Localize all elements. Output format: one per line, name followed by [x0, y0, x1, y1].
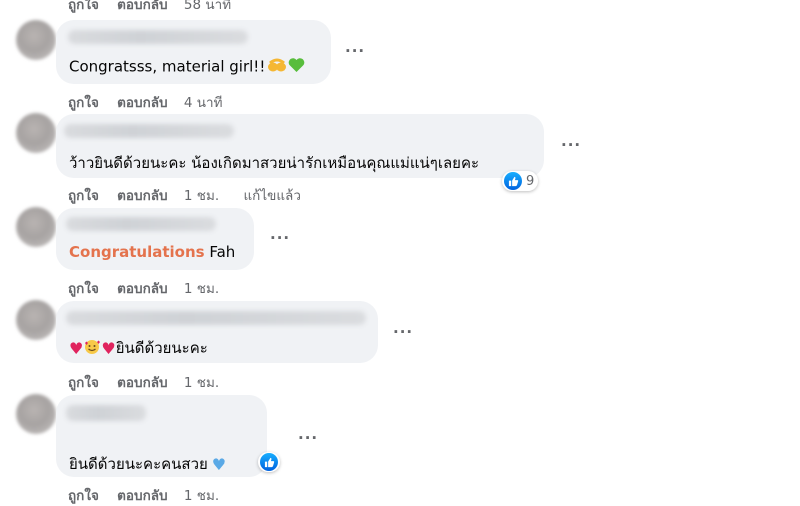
red-heart-emoji: ♥ [69, 339, 84, 358]
like-link[interactable]: ถูกใจ [68, 188, 99, 204]
comment-actions: ถูกใจ ตอบกลับ 1 ชม. [68, 484, 219, 506]
like-link[interactable]: ถูกใจ [68, 488, 99, 504]
comment-actions: ถูกใจ ตอบกลับ 1 ชม. [68, 277, 219, 299]
comment-time[interactable]: 1 ชม. [184, 188, 219, 204]
comment-actions: ถูกใจ ตอบกลับ 4 นาที [68, 91, 223, 113]
edited-label[interactable]: แก้ไขแล้ว [243, 188, 300, 204]
avatar[interactable] [16, 207, 56, 247]
smiling-face-with-hearts-emoji [83, 339, 101, 359]
avatar[interactable] [16, 113, 56, 153]
avatar[interactable] [16, 20, 56, 60]
more-options-button[interactable]: ··· [270, 229, 290, 247]
blue-heart-emoji: ♥ [211, 455, 227, 474]
comment-time[interactable]: 1 ชม. [184, 375, 219, 391]
comment-actions: ถูกใจ ตอบกลับ 58 นาที [68, 0, 231, 15]
reply-link[interactable]: ตอบกลับ [117, 281, 167, 297]
reply-link[interactable]: ตอบกลับ [117, 188, 167, 204]
reply-link[interactable]: ตอบกลับ [117, 95, 167, 111]
more-options-button[interactable]: ··· [345, 42, 365, 60]
hugging-hands-emoji [267, 57, 287, 77]
reply-link[interactable]: ตอบกลับ [117, 375, 167, 391]
reply-link[interactable]: ตอบกลับ [117, 488, 167, 504]
like-link[interactable]: ถูกใจ [68, 0, 99, 13]
commenter-name[interactable] [66, 311, 366, 325]
comment-time[interactable]: 1 ชม. [184, 488, 219, 504]
commenter-name[interactable] [64, 124, 234, 138]
comment-actions: ถูกใจ ตอบกลับ 1 ชม. [68, 371, 219, 393]
like-link[interactable]: ถูกใจ [68, 281, 99, 297]
commenter-name[interactable] [66, 217, 216, 231]
reaction-summary[interactable]: 9 [502, 171, 539, 191]
comment-time[interactable]: 1 ชม. [184, 281, 219, 297]
comment-actions: ถูกใจ ตอบกลับ 1 ชม. แก้ไขแล้ว [68, 184, 301, 206]
reaction-count: 9 [526, 173, 535, 189]
comment-time[interactable]: 58 นาที [184, 0, 231, 13]
like-link[interactable]: ถูกใจ [68, 95, 99, 111]
like-link[interactable]: ถูกใจ [68, 375, 99, 391]
green-heart-emoji [288, 57, 305, 77]
like-reaction-icon [260, 453, 278, 471]
comment-text: ♥ ♥ยินดีด้วยนะคะ [69, 339, 208, 359]
comment-time[interactable]: 4 นาที [184, 95, 223, 111]
comment-text: Congratulations Fah [69, 243, 236, 261]
commenter-name[interactable] [66, 405, 146, 421]
like-reaction-icon [504, 172, 522, 190]
more-options-button[interactable]: ··· [393, 323, 413, 341]
more-options-button[interactable]: ··· [298, 429, 318, 447]
highlighted-text: Congratulations [69, 243, 205, 261]
red-heart-emoji: ♥ [101, 339, 116, 358]
comment-text: ยินดีด้วยนะคะคนสวย ♥ [69, 455, 227, 474]
avatar[interactable] [16, 394, 56, 434]
reply-link[interactable]: ตอบกลับ [117, 0, 167, 13]
more-options-button[interactable]: ··· [561, 136, 581, 154]
comment-text: Congratsss, material girl!! [69, 57, 305, 77]
comment-text: ว้าวยินดีด้วยนะคะ น้องเกิดมาสวยน่ารักเหม… [69, 154, 480, 172]
reaction-summary[interactable] [258, 452, 280, 472]
avatar[interactable] [16, 300, 56, 340]
commenter-name[interactable] [68, 30, 248, 44]
